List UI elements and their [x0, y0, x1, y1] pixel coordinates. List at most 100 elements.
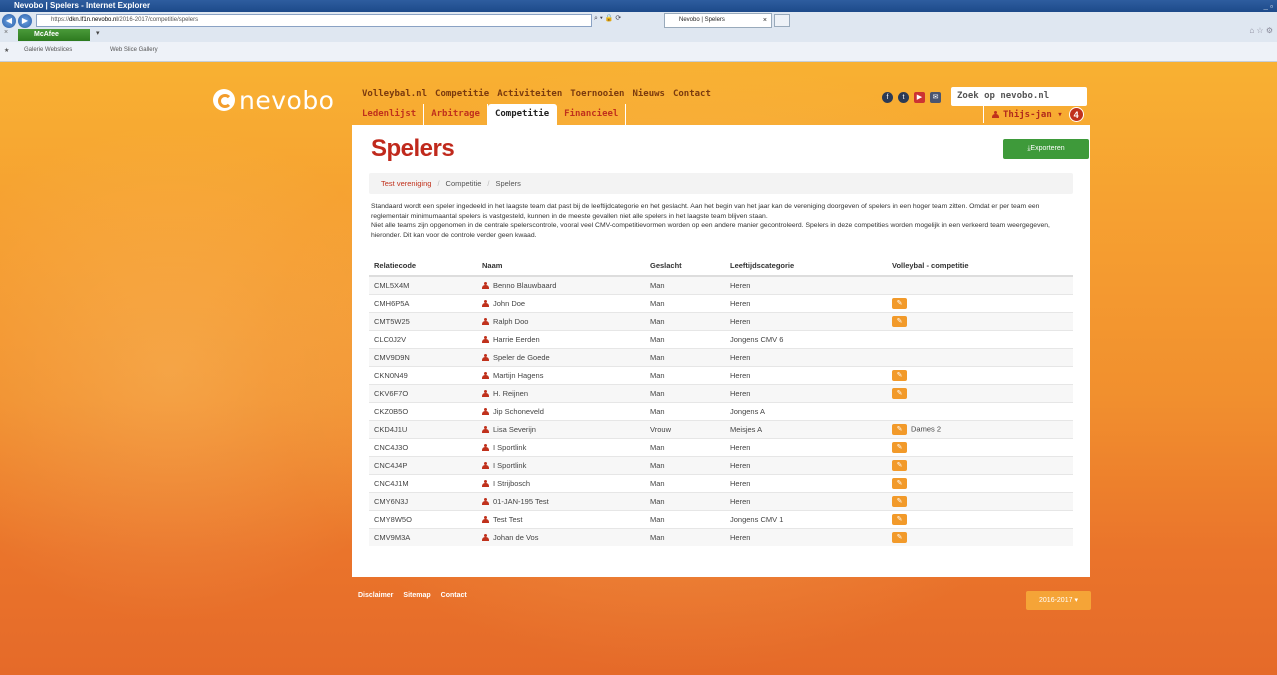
edit-icon[interactable]: ✎ [892, 495, 907, 507]
person-icon [482, 281, 489, 289]
person-icon [482, 497, 489, 505]
cell-gender: Man [645, 527, 725, 546]
footer-disclaimer[interactable]: Disclaimer [358, 592, 393, 599]
chevron-down-icon[interactable]: ▾ [96, 29, 100, 37]
edit-icon[interactable]: ✎ [892, 297, 907, 309]
column-header[interactable]: Leeftijdscategorie [725, 256, 887, 277]
cell-team [887, 329, 1073, 348]
person-icon [482, 335, 489, 343]
edit-icon[interactable]: ✎ [892, 315, 907, 327]
cell-code: CMV9D9N [369, 347, 477, 366]
cell-name[interactable]: Martijn Hagens [477, 365, 645, 384]
cell-code: CMY6N3J [369, 491, 477, 510]
breadcrumb-spelers: Spelers [495, 179, 521, 188]
edit-icon[interactable]: ✎ [892, 513, 907, 525]
cell-team: ✎ [887, 383, 1073, 402]
facebook-icon[interactable]: f [882, 92, 893, 103]
tab-competitie[interactable]: Competitie [487, 104, 558, 125]
breadcrumb-competitie[interactable]: Competitie [446, 179, 482, 188]
nav-contact[interactable]: Contact [673, 89, 711, 99]
page: nevobo Volleybal.nl Competitie Activitei… [0, 62, 1277, 675]
edit-icon[interactable]: ✎ [892, 477, 907, 489]
close-tab-icon[interactable]: × [763, 14, 767, 27]
user-menu[interactable]: Thijs-jan ▾ [992, 110, 1063, 120]
edit-icon[interactable]: ✎ [892, 441, 907, 453]
nav-toernooien[interactable]: Toernooien [570, 89, 624, 99]
search-input[interactable]: Zoek op nevobo.nl [951, 87, 1087, 106]
tab-ledenlijst[interactable]: Ledenlijst [355, 104, 425, 125]
tab-arbitrage[interactable]: Arbitrage [424, 104, 488, 125]
cell-gender: Man [645, 401, 725, 420]
cell-category: Heren [725, 473, 887, 492]
footer-sitemap[interactable]: Sitemap [403, 592, 430, 599]
cell-code: CKD4J1U [369, 419, 477, 438]
forward-icon[interactable]: ▶ [18, 14, 32, 28]
twitter-icon[interactable]: t [898, 92, 909, 103]
intro-paragraph: Niet alle teams zijn opgenomen in de cen… [371, 222, 1050, 239]
close-toolbar-icon[interactable]: × [4, 29, 8, 36]
cell-name[interactable]: Johan de Vos [477, 527, 645, 546]
address-bar[interactable]: https://dkn.lf1n.nevobo.nl/2016-2017/com… [36, 14, 592, 27]
cell-gender: Man [645, 455, 725, 474]
home-star-gear-icon[interactable]: ⌂ ☆ ⚙ [1249, 26, 1273, 35]
team-name: Dames 2 [911, 423, 942, 433]
window-title: Nevobo | Spelers - Internet Explorer [14, 1, 151, 10]
edit-icon[interactable]: ✎ [892, 531, 907, 543]
edit-icon[interactable]: ✎ [892, 423, 907, 435]
cell-name[interactable]: Test Test [477, 509, 645, 528]
cell-name[interactable]: John Doe [477, 293, 645, 312]
mail-icon[interactable]: ✉ [930, 92, 941, 103]
person-icon [482, 317, 489, 325]
cell-name[interactable]: Lisa Severijn [477, 419, 645, 438]
nav-volleybal[interactable]: Volleybal.nl [362, 89, 427, 99]
column-header[interactable]: Naam [477, 256, 645, 277]
user-nav: Thijs-jan ▾ 4 [983, 106, 1084, 123]
cell-category: Heren [725, 311, 887, 330]
cell-name[interactable]: Benno Blauwbaard [477, 275, 645, 294]
favorite-link[interactable]: Web Slice Gallery [110, 47, 158, 53]
cell-name[interactable]: I Strijbosch [477, 473, 645, 492]
cell-name[interactable]: 01-JAN-195 Test [477, 491, 645, 510]
cell-name[interactable]: H. Reijnen [477, 383, 645, 402]
cell-name[interactable]: Harrie Eerden [477, 329, 645, 348]
breadcrumb-vereniging[interactable]: Test vereniging [381, 179, 431, 188]
notification-badge[interactable]: 4 [1068, 107, 1084, 122]
cell-category: Meisjes A [725, 419, 887, 438]
cell-team: ✎ [887, 455, 1073, 474]
favorites-star-icon[interactable]: ★ [4, 47, 9, 54]
nav-nieuws[interactable]: Nieuws [632, 89, 665, 99]
table-row: CML5X4M Benno Blauwbaard Man Heren [369, 275, 1073, 294]
column-header[interactable]: Relatiecode [369, 256, 477, 277]
footer-contact[interactable]: Contact [441, 592, 467, 599]
table-row: CLC0J2V Harrie Eerden Man Jongens CMV 6 [369, 329, 1073, 348]
back-icon[interactable]: ◀ [2, 14, 16, 28]
cell-category: Heren [725, 383, 887, 402]
person-icon [482, 443, 489, 451]
season-select[interactable]: 2016-2017 ▾ [1026, 591, 1091, 610]
edit-icon[interactable]: ✎ [892, 369, 907, 381]
address-tools-icon[interactable]: ⌕ ▾ 🔒 ⟳ [594, 14, 621, 23]
cell-name[interactable]: Jip Schoneveld [477, 401, 645, 420]
nevobo-logo[interactable]: nevobo [213, 85, 334, 115]
cell-name[interactable]: Speler de Goede [477, 347, 645, 366]
edit-icon[interactable]: ✎ [892, 459, 907, 471]
browser-tab[interactable]: Nevobo | Spelers × [664, 13, 772, 28]
table-row: CMV9M3A Johan de Vos Man Heren ✎ [369, 527, 1073, 546]
cell-name[interactable]: I Sportlink [477, 455, 645, 474]
youtube-icon[interactable]: ▶ [914, 92, 925, 103]
table-row: CMH6P5A John Doe Man Heren ✎ [369, 293, 1073, 312]
new-tab-button[interactable] [774, 14, 790, 27]
cell-name[interactable]: I Sportlink [477, 437, 645, 456]
tab-financieel[interactable]: Financieel [557, 104, 627, 125]
cell-name[interactable]: Ralph Doo [477, 311, 645, 330]
column-header[interactable]: Geslacht [645, 256, 725, 277]
edit-icon[interactable]: ✎ [892, 387, 907, 399]
column-header[interactable]: Volleybal - competitie [887, 256, 1073, 277]
mcafee-toolbar[interactable]: McAfee [18, 29, 90, 41]
nav-activiteiten[interactable]: Activiteiten [497, 89, 562, 99]
favorite-link[interactable]: Galerie Webslices [24, 47, 72, 53]
table-row: CMY8W5O Test Test Man Jongens CMV 1 ✎ [369, 509, 1073, 528]
cell-code: CNC4J3O [369, 437, 477, 456]
nav-competitie[interactable]: Competitie [435, 89, 489, 99]
export-button[interactable]: ⤓Exporteren [1003, 139, 1089, 159]
